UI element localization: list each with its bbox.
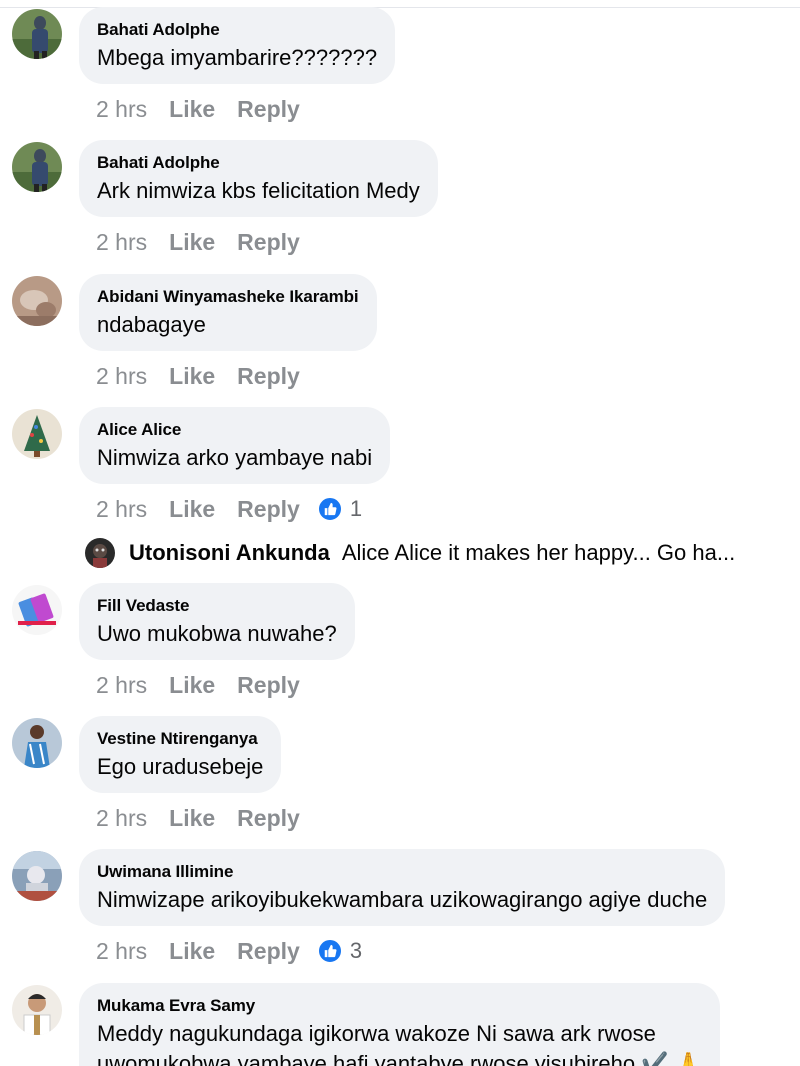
reply-author[interactable]: Utonisoni Ankunda (129, 540, 330, 566)
reaction-count: 1 (349, 496, 363, 521)
avatar[interactable] (12, 409, 62, 459)
avatar[interactable] (12, 985, 62, 1035)
comment-time[interactable]: 2 hrs (96, 496, 147, 523)
like-button[interactable]: Like (169, 805, 215, 832)
avatar[interactable] (85, 538, 115, 568)
like-button[interactable]: Like (169, 363, 215, 390)
comment-author[interactable]: Alice Alice (97, 420, 372, 440)
like-button[interactable]: Like (169, 229, 215, 256)
comment-author[interactable]: Bahati Adolphe (97, 20, 377, 40)
comment-bubble: Abidani Winyamasheke Ikarambi ndabagaye (79, 274, 377, 351)
comment-bubble: Bahati Adolphe Ark nimwiza kbs felicitat… (79, 140, 438, 217)
comment-time[interactable]: 2 hrs (96, 672, 147, 699)
comment-time[interactable]: 2 hrs (96, 363, 147, 390)
avatar[interactable] (12, 276, 62, 326)
reply-button[interactable]: Reply (237, 229, 300, 256)
avatar[interactable] (12, 718, 62, 768)
comment-text: Uwo mukobwa nuwahe? (97, 621, 337, 646)
reply-button[interactable]: Reply (237, 496, 300, 523)
comment-text: Meddy nagukundaga igikorwa wakoze Ni saw… (97, 1021, 656, 1046)
reply-preview[interactable]: Utonisoni Ankunda Alice Alice it makes h… (85, 536, 785, 570)
avatar[interactable] (12, 851, 62, 901)
comment-bubble: Mukama Evra Samy Meddy nagukundaga igiko… (79, 983, 721, 1066)
comment-author[interactable]: Bahati Adolphe (97, 153, 420, 173)
comment-text: ndabagaye (97, 312, 206, 337)
avatar[interactable] (12, 9, 62, 59)
comment-bubble: Bahati Adolphe Mbega imyambarire??????? (79, 7, 396, 84)
reply-button[interactable]: Reply (237, 363, 300, 390)
comment-actions: 2 hrs Like Reply (96, 92, 300, 126)
reaction-summary[interactable]: 1 (317, 496, 363, 522)
comment-actions: 2 hrs Like Reply 3 (96, 934, 362, 968)
comment-bubble: Vestine Ntirenganya Ego uradusebeje (79, 716, 282, 793)
comment-time[interactable]: 2 hrs (96, 96, 147, 123)
avatar[interactable] (12, 585, 62, 635)
comment-time[interactable]: 2 hrs (96, 805, 147, 832)
reaction-summary[interactable]: 3 (317, 938, 363, 964)
comment-author[interactable]: Abidani Winyamasheke Ikarambi (97, 287, 359, 307)
comment-bubble: Fill Vedaste Uwo mukobwa nuwahe? (79, 583, 355, 660)
comment-bubble: Uwimana Illimine Nimwizape arikoyibukekw… (79, 849, 726, 926)
reply-text: Alice Alice it makes her happy... Go ha.… (341, 540, 736, 565)
comment-time[interactable]: 2 hrs (96, 938, 147, 965)
like-button[interactable]: Like (169, 96, 215, 123)
comment-text: Nimwiza arko yambaye nabi (97, 445, 373, 470)
comment-author[interactable]: Mukama Evra Samy (97, 996, 702, 1016)
thumbs-up-icon (317, 497, 342, 521)
like-button[interactable]: Like (169, 672, 215, 699)
reaction-count: 3 (349, 938, 363, 963)
comment-actions: 2 hrs Like Reply (96, 668, 300, 702)
reply-button[interactable]: Reply (237, 672, 300, 699)
comment-text: Mbega imyambarire??????? (97, 45, 378, 70)
comment-author[interactable]: Fill Vedaste (97, 596, 337, 616)
like-button[interactable]: Like (169, 938, 215, 965)
comment-text-continued: uwomukobwa yambaye hafi yantabye rwose y… (97, 1051, 703, 1066)
thumbs-up-icon (317, 939, 342, 963)
comment-actions: 2 hrs Like Reply (96, 225, 300, 259)
comment-time[interactable]: 2 hrs (96, 229, 147, 256)
like-button[interactable]: Like (169, 496, 215, 523)
comment-actions: 2 hrs Like Reply (96, 359, 300, 393)
comment-actions: 2 hrs Like Reply (96, 801, 300, 835)
avatar[interactable] (12, 142, 62, 192)
reply-button[interactable]: Reply (237, 938, 300, 965)
comment-actions: 2 hrs Like Reply 1 (96, 492, 362, 526)
comment-text: Nimwizape arikoyibukekwambara uzikowagir… (97, 887, 708, 912)
comment-text: Ego uradusebeje (97, 754, 264, 779)
comment-text: Ark nimwiza kbs felicitation Medy (97, 178, 420, 203)
reply-button[interactable]: Reply (237, 805, 300, 832)
comment-bubble: Alice Alice Nimwiza arko yambaye nabi (79, 407, 391, 484)
comment-author[interactable]: Uwimana Illimine (97, 862, 707, 882)
reply-button[interactable]: Reply (237, 96, 300, 123)
comment-author[interactable]: Vestine Ntirenganya (97, 729, 263, 749)
